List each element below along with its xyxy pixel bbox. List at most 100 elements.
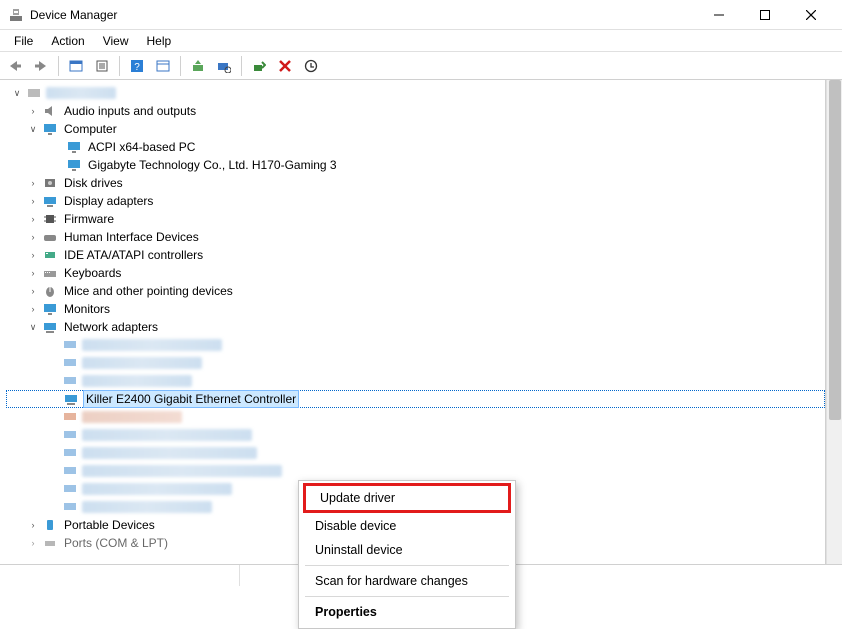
tree-label: Computer: [62, 121, 119, 137]
tree-label: Killer E2400 Gigabit Ethernet Controller: [83, 390, 299, 408]
context-menu: Update driver Disable device Uninstall d…: [298, 480, 516, 629]
collapse-icon[interactable]: ∨: [10, 86, 24, 100]
maximize-button[interactable]: [742, 0, 788, 30]
app-icon: [8, 7, 24, 23]
update-driver-toolbar-button[interactable]: [187, 55, 209, 77]
tree-item-blurred[interactable]: [6, 372, 825, 390]
tree-item-ide[interactable]: › IDE ATA/ATAPI controllers: [6, 246, 825, 264]
expand-icon[interactable]: ›: [26, 212, 40, 226]
tree-item-blurred[interactable]: [6, 336, 825, 354]
collapse-icon[interactable]: ∨: [26, 320, 40, 334]
root-node[interactable]: ∨: [6, 84, 825, 102]
tree-item-computer[interactable]: ∨ Computer: [6, 120, 825, 138]
network-adapter-icon: [62, 373, 78, 389]
tree-item-monitors[interactable]: › Monitors: [6, 300, 825, 318]
tree-item-blurred[interactable]: [6, 444, 825, 462]
chip-icon: [42, 211, 58, 227]
tree-item-blurred[interactable]: [6, 354, 825, 372]
tree-label: Network adapters: [62, 319, 160, 335]
scan-hardware-toolbar-button[interactable]: [213, 55, 235, 77]
disable-device-toolbar-button[interactable]: [300, 55, 322, 77]
expand-icon[interactable]: ›: [26, 518, 40, 532]
context-menu-scan-hardware[interactable]: Scan for hardware changes: [301, 569, 513, 593]
expand-icon[interactable]: ›: [26, 176, 40, 190]
tree-label: Keyboards: [62, 265, 123, 281]
network-adapter-icon: [62, 337, 78, 353]
minimize-button[interactable]: [696, 0, 742, 30]
context-menu-properties[interactable]: Properties: [301, 600, 513, 624]
mouse-icon: [42, 283, 58, 299]
port-icon: [42, 535, 58, 551]
tree-item-audio[interactable]: › Audio inputs and outputs: [6, 102, 825, 120]
vertical-scrollbar[interactable]: [826, 80, 842, 564]
context-menu-uninstall-device[interactable]: Uninstall device: [301, 538, 513, 562]
tree-item-blurred[interactable]: [6, 426, 825, 444]
context-menu-update-driver[interactable]: Update driver: [306, 486, 508, 510]
menubar: File Action View Help: [0, 30, 842, 52]
tree-item-mice[interactable]: › Mice and other pointing devices: [6, 282, 825, 300]
expand-icon[interactable]: ›: [26, 284, 40, 298]
tree-label: Monitors: [62, 301, 112, 317]
monitor-icon: [66, 139, 82, 155]
forward-button[interactable]: [30, 55, 52, 77]
tree-label: Ports (COM & LPT): [62, 535, 170, 551]
properties-toolbar-button[interactable]: [91, 55, 113, 77]
expand-icon[interactable]: ›: [26, 536, 40, 550]
computer-root-icon: [26, 85, 42, 101]
network-adapter-icon: [62, 445, 78, 461]
window-title: Device Manager: [30, 8, 117, 22]
tree-label: Mice and other pointing devices: [62, 283, 235, 299]
portable-device-icon: [42, 517, 58, 533]
expand-icon[interactable]: ›: [26, 248, 40, 262]
expand-icon[interactable]: ›: [26, 302, 40, 316]
tree-item-acpi[interactable]: · ACPI x64-based PC: [6, 138, 825, 156]
close-button[interactable]: [788, 0, 834, 30]
monitor-icon: [66, 157, 82, 173]
menu-help[interactable]: Help: [139, 32, 180, 50]
tree-label: Gigabyte Technology Co., Ltd. H170-Gamin…: [86, 157, 339, 173]
expand-icon[interactable]: ›: [26, 104, 40, 118]
expand-icon[interactable]: ›: [26, 194, 40, 208]
tree-label: Display adapters: [62, 193, 155, 209]
network-adapter-icon: [62, 409, 78, 425]
keyboard-icon: [42, 265, 58, 281]
ide-icon: [42, 247, 58, 263]
expand-icon[interactable]: ›: [26, 266, 40, 280]
tree-item-blurred[interactable]: [6, 462, 825, 480]
tree-label: Human Interface Devices: [62, 229, 201, 245]
titlebar: Device Manager: [0, 0, 842, 30]
root-label-blurred: [46, 87, 116, 99]
expand-icon[interactable]: ›: [26, 230, 40, 244]
display-adapter-icon: [42, 193, 58, 209]
back-button[interactable]: [4, 55, 26, 77]
context-menu-separator: [305, 596, 509, 597]
tree-item-network[interactable]: ∨ Network adapters: [6, 318, 825, 336]
tree-item-display[interactable]: › Display adapters: [6, 192, 825, 210]
tree-item-blurred[interactable]: [6, 408, 825, 426]
tree-label: ACPI x64-based PC: [86, 139, 197, 155]
collapse-icon[interactable]: ∨: [26, 122, 40, 136]
tree-item-hid[interactable]: › Human Interface Devices: [6, 228, 825, 246]
context-menu-disable-device[interactable]: Disable device: [301, 514, 513, 538]
show-hide-tree-button[interactable]: [65, 55, 87, 77]
speaker-icon: [42, 103, 58, 119]
tree-item-disk[interactable]: › Disk drives: [6, 174, 825, 192]
scrollbar-thumb[interactable]: [829, 80, 841, 420]
menu-file[interactable]: File: [6, 32, 41, 50]
context-menu-separator: [305, 565, 509, 566]
uninstall-device-toolbar-button[interactable]: [274, 55, 296, 77]
enable-device-toolbar-button[interactable]: [248, 55, 270, 77]
svg-text:?: ?: [134, 62, 140, 73]
menu-view[interactable]: View: [95, 32, 137, 50]
tree-item-firmware[interactable]: › Firmware: [6, 210, 825, 228]
menu-action[interactable]: Action: [43, 32, 92, 50]
tree-item-killer-e2400[interactable]: Killer E2400 Gigabit Ethernet Controller: [6, 390, 825, 408]
status-cell: [0, 565, 240, 586]
toolbar-button-5[interactable]: [152, 55, 174, 77]
tree-item-keyboards[interactable]: › Keyboards: [6, 264, 825, 282]
disk-icon: [42, 175, 58, 191]
monitor-icon: [42, 301, 58, 317]
network-adapter-icon: [62, 427, 78, 443]
tree-item-gigabyte[interactable]: · Gigabyte Technology Co., Ltd. H170-Gam…: [6, 156, 825, 174]
help-toolbar-button[interactable]: ?: [126, 55, 148, 77]
